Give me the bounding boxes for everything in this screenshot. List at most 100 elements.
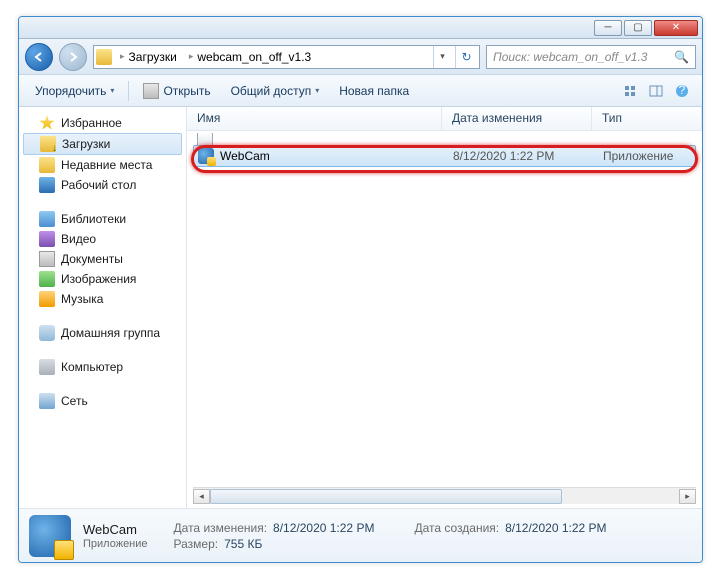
tree-label: Документы	[61, 252, 123, 266]
details-pane: WebCam Приложение Дата изменения: 8/12/20…	[19, 508, 702, 562]
toolbar-right: ?	[618, 80, 694, 102]
breadcrumb-label: webcam_on_off_v1.3	[197, 50, 311, 64]
details-app-icon	[29, 515, 71, 557]
col-type[interactable]: Тип	[592, 107, 702, 130]
details-type: Приложение	[83, 538, 148, 550]
back-button[interactable]	[25, 43, 53, 71]
breadcrumb-seg[interactable]: ▸ webcam_on_off_v1.3	[185, 50, 315, 64]
tree-libraries[interactable]: Библиотеки	[19, 209, 186, 229]
open-button[interactable]: Открыть	[135, 80, 218, 102]
toolbar: Упорядочить ▾ Открыть Общий доступ ▾ Нов…	[19, 75, 702, 107]
folder-icon	[39, 157, 55, 173]
share-button[interactable]: Общий доступ ▾	[223, 81, 328, 101]
breadcrumb-seg[interactable]: ▸ Загрузки	[116, 50, 181, 64]
tree-label: Видео	[61, 232, 96, 246]
toolbar-divider	[128, 81, 129, 101]
tree-label: Загрузки	[62, 137, 110, 151]
open-label: Открыть	[163, 84, 210, 98]
download-icon	[40, 136, 56, 152]
music-icon	[39, 291, 55, 307]
details-size-val: 755 КБ	[224, 537, 262, 551]
search-placeholder: Поиск: webcam_on_off_v1.3	[493, 50, 647, 64]
column-headers: Имя Дата изменения Тип	[187, 107, 702, 131]
search-icon: 🔍	[674, 50, 689, 64]
tree-videos[interactable]: Видео	[19, 229, 186, 249]
svg-text:?: ?	[679, 84, 686, 97]
tree-computer[interactable]: Компьютер	[19, 357, 186, 377]
document-icon	[39, 251, 55, 267]
tree-label: Музыка	[61, 292, 103, 306]
open-icon	[143, 83, 159, 99]
refresh-button[interactable]: ↻	[455, 46, 477, 68]
view-button[interactable]	[618, 80, 642, 102]
file-list-area: Имя Дата изменения Тип WebCam 8/12/2020 …	[187, 107, 702, 508]
nav-tree: Избранное Загрузки Недавние места Рабочи…	[19, 107, 187, 508]
explorer-window: ─ ▢ ✕ ▸ Загрузки ▸ webcam_on_off_v1.3 ▾ …	[18, 16, 703, 563]
tree-desktop[interactable]: Рабочий стол	[19, 175, 186, 195]
col-name[interactable]: Имя	[187, 107, 442, 130]
details-size-key: Размер:	[174, 537, 219, 551]
tree-music[interactable]: Музыка	[19, 289, 186, 309]
video-icon	[39, 231, 55, 247]
file-row[interactable]: WebCam 8/12/2020 1:22 PM Приложение	[193, 145, 696, 167]
desktop-icon	[39, 177, 55, 193]
network-icon	[39, 393, 55, 409]
tree-pictures[interactable]: Изображения	[19, 269, 186, 289]
homegroup-icon	[39, 325, 55, 341]
tree-label: Домашняя группа	[61, 326, 160, 340]
tree-favorites[interactable]: Избранное	[19, 113, 186, 133]
chevron-down-icon: ▾	[315, 86, 319, 95]
address-bar[interactable]: ▸ Загрузки ▸ webcam_on_off_v1.3 ▾ ↻	[93, 45, 480, 69]
search-input[interactable]: Поиск: webcam_on_off_v1.3 🔍	[486, 45, 696, 69]
file-row-partial	[187, 133, 702, 145]
close-button[interactable]: ✕	[654, 20, 698, 36]
scroll-right-button[interactable]: ▸	[679, 489, 696, 504]
scroll-thumb[interactable]	[210, 489, 562, 504]
body: Избранное Загрузки Недавние места Рабочи…	[19, 107, 702, 508]
scroll-track[interactable]	[210, 489, 679, 504]
organize-label: Упорядочить	[35, 84, 106, 98]
tree-label: Библиотеки	[61, 212, 126, 226]
file-rows: WebCam 8/12/2020 1:22 PM Приложение	[187, 131, 702, 487]
tree-network[interactable]: Сеть	[19, 391, 186, 411]
tree-label: Избранное	[61, 116, 122, 130]
library-icon	[39, 211, 55, 227]
address-dropdown[interactable]: ▾	[433, 46, 451, 68]
details-name: WebCam	[83, 522, 148, 537]
horizontal-scrollbar[interactable]: ◂ ▸	[193, 487, 696, 504]
chevron-down-icon: ▾	[110, 86, 114, 95]
minimize-button[interactable]: ─	[594, 20, 622, 36]
tree-homegroup[interactable]: Домашняя группа	[19, 323, 186, 343]
preview-pane-button[interactable]	[644, 80, 668, 102]
scroll-left-button[interactable]: ◂	[193, 489, 210, 504]
tree-downloads[interactable]: Загрузки	[23, 133, 182, 155]
help-button[interactable]: ?	[670, 80, 694, 102]
newfolder-button[interactable]: Новая папка	[331, 81, 417, 101]
chevron-right-icon: ▸	[120, 51, 125, 62]
details-modified-val: 8/12/2020 1:22 PM	[273, 521, 374, 535]
image-icon	[39, 271, 55, 287]
tree-label: Недавние места	[61, 158, 152, 172]
file-icon	[197, 133, 213, 145]
organize-button[interactable]: Упорядочить ▾	[27, 81, 122, 101]
file-date: 8/12/2020 1:22 PM	[453, 149, 603, 163]
tree-documents[interactable]: Документы	[19, 249, 186, 269]
tree-label: Рабочий стол	[61, 178, 136, 192]
titlebar: ─ ▢ ✕	[19, 17, 702, 39]
newfolder-label: Новая папка	[339, 84, 409, 98]
details-main: WebCam Приложение	[83, 522, 148, 550]
nav-row: ▸ Загрузки ▸ webcam_on_off_v1.3 ▾ ↻ Поис…	[19, 39, 702, 75]
maximize-button[interactable]: ▢	[624, 20, 652, 36]
app-icon	[198, 148, 214, 164]
details-created-key: Дата создания:	[414, 521, 499, 535]
details-created-val: 8/12/2020 1:22 PM	[505, 521, 606, 535]
tree-label: Изображения	[61, 272, 136, 286]
col-date[interactable]: Дата изменения	[442, 107, 592, 130]
share-label: Общий доступ	[231, 84, 312, 98]
details-modified-key: Дата изменения:	[174, 521, 268, 535]
star-icon	[39, 115, 55, 131]
forward-button[interactable]	[59, 43, 87, 71]
breadcrumb-label: Загрузки	[129, 50, 177, 64]
tree-recent[interactable]: Недавние места	[19, 155, 186, 175]
tree-label: Сеть	[61, 394, 88, 408]
